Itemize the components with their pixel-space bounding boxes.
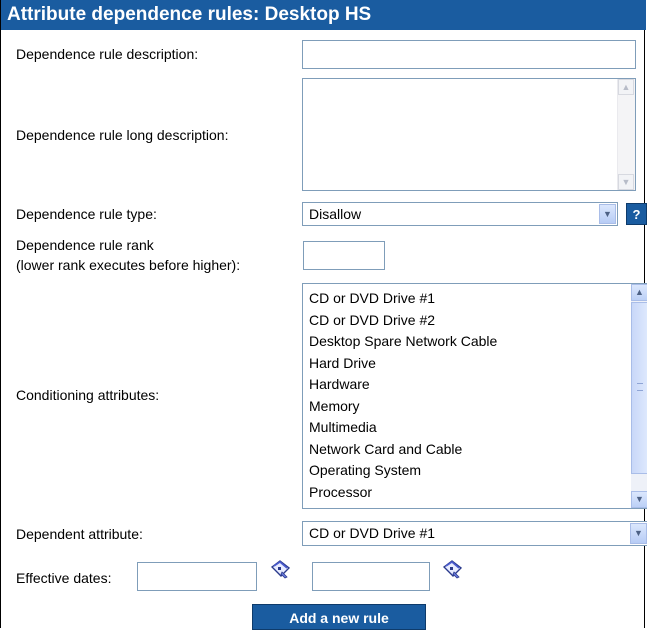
description-label: Dependence rule description: (16, 46, 199, 62)
end-date-input[interactable] (312, 562, 430, 591)
description-input[interactable] (302, 40, 636, 69)
dependent-label: Dependent attribute: (16, 526, 143, 542)
list-item[interactable]: Network Card and Cable (309, 439, 497, 461)
conditioning-label: Conditioning attributes: (16, 387, 160, 403)
chevron-down-icon[interactable]: ▼ (630, 523, 647, 544)
list-scrollbar[interactable]: ▲ ▼ (631, 284, 647, 508)
list-item[interactable]: Operating System (309, 460, 497, 482)
dependent-attribute-value: CD or DVD Drive #1 (309, 525, 436, 541)
add-rule-button[interactable]: Add a new rule (252, 604, 426, 630)
rank-input[interactable] (303, 241, 385, 270)
calendar-icon[interactable] (441, 558, 463, 580)
list-item[interactable]: Multimedia (309, 417, 497, 439)
long-description-label: Dependence rule long description: (16, 127, 229, 143)
list-item[interactable]: Desktop Spare Network Cable (309, 331, 497, 353)
list-item[interactable]: CD or DVD Drive #1 (309, 288, 497, 310)
list-item[interactable]: Hardware (309, 374, 497, 396)
textarea-scrollbar[interactable]: ▲ ▼ (617, 79, 635, 190)
rank-label-line1: Dependence rule rank (16, 237, 154, 253)
chevron-down-icon[interactable]: ▼ (599, 204, 616, 224)
scroll-up-icon[interactable]: ▲ (618, 79, 634, 95)
start-date-input[interactable] (137, 562, 257, 591)
list-item[interactable]: Processor (309, 482, 497, 504)
list-item[interactable]: CD or DVD Drive #2 (309, 310, 497, 332)
page-title: Attribute dependence rules: Desktop HS (1, 0, 646, 30)
grip-icon (637, 383, 643, 391)
dependent-attribute-select[interactable]: CD or DVD Drive #1 ▼ (302, 521, 647, 546)
help-button[interactable]: ? (626, 203, 647, 225)
conditioning-attributes-list[interactable]: CD or DVD Drive #1 CD or DVD Drive #2 De… (302, 283, 647, 509)
rule-type-value: Disallow (309, 206, 362, 222)
scroll-up-icon[interactable]: ▲ (631, 284, 647, 301)
type-label: Dependence rule type: (16, 206, 157, 222)
scrollbar-thumb[interactable] (631, 302, 647, 474)
list-item[interactable]: Memory (309, 396, 497, 418)
scroll-down-icon[interactable]: ▼ (631, 491, 647, 508)
effective-dates-label: Effective dates: (16, 570, 112, 586)
long-description-textarea[interactable]: ▲ ▼ (302, 78, 636, 191)
list-item[interactable]: Hard Drive (309, 353, 497, 375)
rank-label-line2: (lower rank executes before higher): (16, 257, 241, 273)
calendar-icon[interactable] (269, 558, 291, 580)
scroll-down-icon[interactable]: ▼ (618, 174, 634, 190)
rule-type-select[interactable]: Disallow ▼ (302, 202, 618, 226)
